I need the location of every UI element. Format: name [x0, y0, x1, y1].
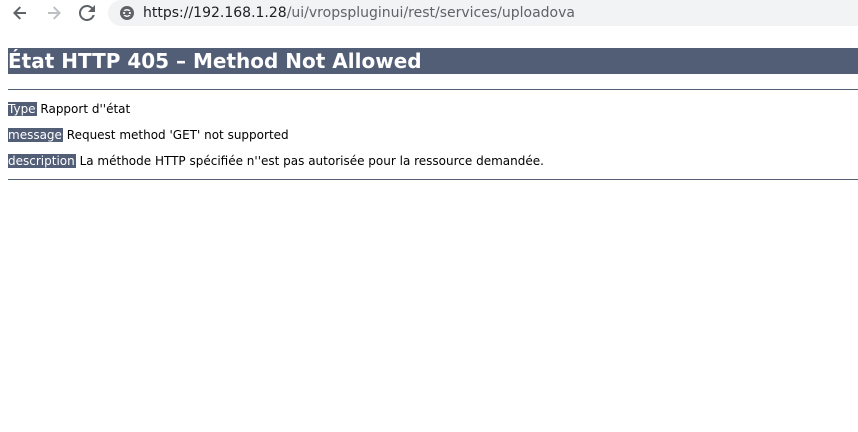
- url-text[interactable]: https://192.168.1.28/ui/vropspluginui/re…: [143, 5, 575, 21]
- browser-toolbar: https://192.168.1.28/ui/vropspluginui/re…: [0, 0, 858, 26]
- info-row-description: description La méthode HTTP spécifiée n'…: [8, 153, 544, 169]
- arrow-right-icon: [48, 6, 61, 20]
- url-host: https://192.168.1.28: [143, 5, 287, 21]
- row-label-description: description: [8, 154, 76, 168]
- back-button[interactable]: [6, 0, 34, 26]
- row-value-type: Rapport d''état: [40, 102, 131, 116]
- row-value-description: La méthode HTTP spécifiée n''est pas aut…: [79, 154, 544, 168]
- divider-bottom: [8, 179, 858, 180]
- url-path: /ui/vropspluginui/rest/services/uploadov…: [286, 5, 575, 21]
- reload-button[interactable]: [73, 0, 101, 26]
- address-bar[interactable]: https://192.168.1.28/ui/vropspluginui/re…: [108, 0, 858, 26]
- page-title: État HTTP 405 – Method Not Allowed: [8, 48, 858, 74]
- page-content: État HTTP 405 – Method Not Allowed Type …: [0, 26, 858, 432]
- row-label-message: message: [8, 128, 63, 142]
- arrow-left-icon: [13, 6, 26, 20]
- reload-icon: [79, 5, 95, 21]
- info-row-type: Type Rapport d''état: [8, 101, 130, 117]
- row-label-type: Type: [8, 102, 37, 116]
- site-info-icon[interactable]: [119, 5, 135, 21]
- forward-button[interactable]: [40, 0, 68, 26]
- row-value-message: Request method 'GET' not supported: [66, 128, 289, 142]
- info-row-message: message Request method 'GET' not support…: [8, 127, 289, 143]
- divider-top: [8, 89, 858, 90]
